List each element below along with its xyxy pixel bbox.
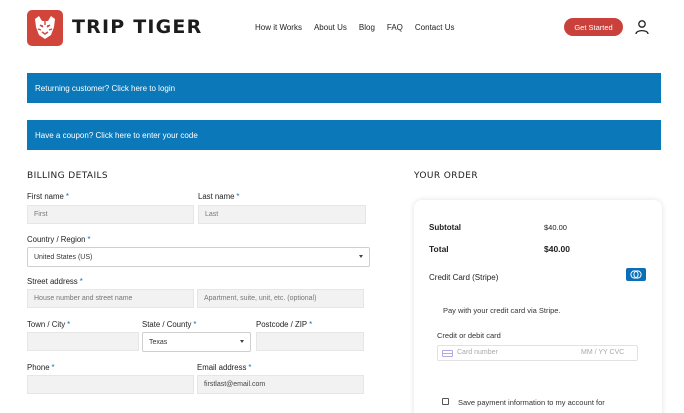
total-value: $40.00 bbox=[544, 244, 570, 254]
subtotal-label: Subtotal bbox=[429, 223, 461, 232]
card-field-label: Credit or debit card bbox=[437, 331, 501, 340]
coupon-notice[interactable]: Have a coupon? Click here to enter your … bbox=[27, 120, 661, 150]
nav-contact-us[interactable]: Contact Us bbox=[415, 23, 455, 32]
country-label-text: Country / Region bbox=[27, 235, 86, 244]
phone-field[interactable] bbox=[27, 375, 194, 394]
required-mark: * bbox=[87, 235, 91, 244]
country-select[interactable]: United States (US) bbox=[27, 247, 370, 267]
your-order-title: YOUR ORDER bbox=[414, 171, 478, 181]
card-expiry-cvc-placeholder: MM / YY CVC bbox=[581, 349, 625, 356]
save-payment-checkbox[interactable] bbox=[442, 398, 449, 405]
country-select-value: United States (US) bbox=[34, 253, 93, 261]
email-label-text: Email address bbox=[197, 363, 247, 372]
first-name-label-text: First name bbox=[27, 192, 64, 201]
street-address-line1-field[interactable]: House number and street name bbox=[27, 289, 194, 308]
state-select[interactable]: Texas bbox=[142, 332, 251, 352]
street-address-label-text: Street address bbox=[27, 277, 78, 286]
postcode-label-text: Postcode / ZIP bbox=[256, 320, 308, 329]
first-name-label: First name * bbox=[27, 192, 69, 201]
payment-method-label[interactable]: Credit Card (Stripe) bbox=[429, 273, 498, 282]
chevron-down-icon bbox=[240, 340, 244, 343]
save-payment-label[interactable]: Save payment information to my account f… bbox=[458, 398, 605, 407]
required-mark: * bbox=[67, 320, 71, 329]
city-field[interactable] bbox=[27, 332, 139, 351]
nav-how-it-works[interactable]: How it Works bbox=[255, 23, 302, 32]
required-mark: * bbox=[51, 363, 55, 372]
nav-blog[interactable]: Blog bbox=[359, 23, 375, 32]
last-name-field[interactable]: Last bbox=[198, 205, 366, 224]
required-mark: * bbox=[193, 320, 197, 329]
street-address-label: Street address * bbox=[27, 277, 83, 286]
get-started-button[interactable]: Get Started bbox=[564, 18, 623, 36]
state-label-text: State / County bbox=[142, 320, 192, 329]
subtotal-value: $40.00 bbox=[544, 223, 567, 232]
nav-about-us[interactable]: About Us bbox=[314, 23, 347, 32]
payment-description: Pay with your credit card via Stripe. bbox=[443, 306, 561, 315]
required-mark: * bbox=[65, 192, 69, 201]
city-label: Town / City * bbox=[27, 320, 70, 329]
required-mark: * bbox=[236, 192, 240, 201]
required-mark: * bbox=[248, 363, 252, 372]
card-input[interactable]: Card number MM / YY CVC bbox=[437, 345, 638, 361]
login-notice[interactable]: Returning customer? Click here to login bbox=[27, 73, 661, 103]
card-number-placeholder: Card number bbox=[457, 349, 498, 356]
phone-label: Phone * bbox=[27, 363, 55, 372]
tiger-logo-icon[interactable] bbox=[27, 10, 63, 46]
total-label: Total bbox=[429, 244, 449, 254]
card-glyph-icon bbox=[442, 350, 453, 357]
last-name-label-text: Last name bbox=[198, 192, 235, 201]
brand-name[interactable]: TRIP TIGER bbox=[72, 16, 202, 38]
email-field[interactable]: firstlast@email.com bbox=[197, 375, 364, 394]
email-label: Email address * bbox=[197, 363, 251, 372]
required-mark: * bbox=[79, 277, 83, 286]
billing-details-title: BILLING DETAILS bbox=[27, 171, 109, 181]
street-address-line2-field[interactable]: Apartment, suite, unit, etc. (optional) bbox=[197, 289, 364, 308]
nav-faq[interactable]: FAQ bbox=[387, 23, 403, 32]
state-select-value: Texas bbox=[149, 338, 168, 346]
site-header: TRIP TIGER How it Works About Us Blog FA… bbox=[0, 0, 684, 56]
state-label: State / County * bbox=[142, 320, 196, 329]
first-name-field[interactable]: First bbox=[27, 205, 194, 224]
city-label-text: Town / City bbox=[27, 320, 66, 329]
postcode-label: Postcode / ZIP * bbox=[256, 320, 312, 329]
postcode-field[interactable] bbox=[256, 332, 364, 351]
last-name-label: Last name * bbox=[198, 192, 239, 201]
user-icon[interactable] bbox=[634, 19, 650, 35]
phone-label-text: Phone bbox=[27, 363, 50, 372]
country-label: Country / Region * bbox=[27, 235, 91, 244]
credit-card-icon[interactable] bbox=[626, 268, 646, 281]
required-mark: * bbox=[309, 320, 313, 329]
chevron-down-icon bbox=[359, 255, 363, 258]
main-nav: How it Works About Us Blog FAQ Contact U… bbox=[255, 23, 466, 32]
